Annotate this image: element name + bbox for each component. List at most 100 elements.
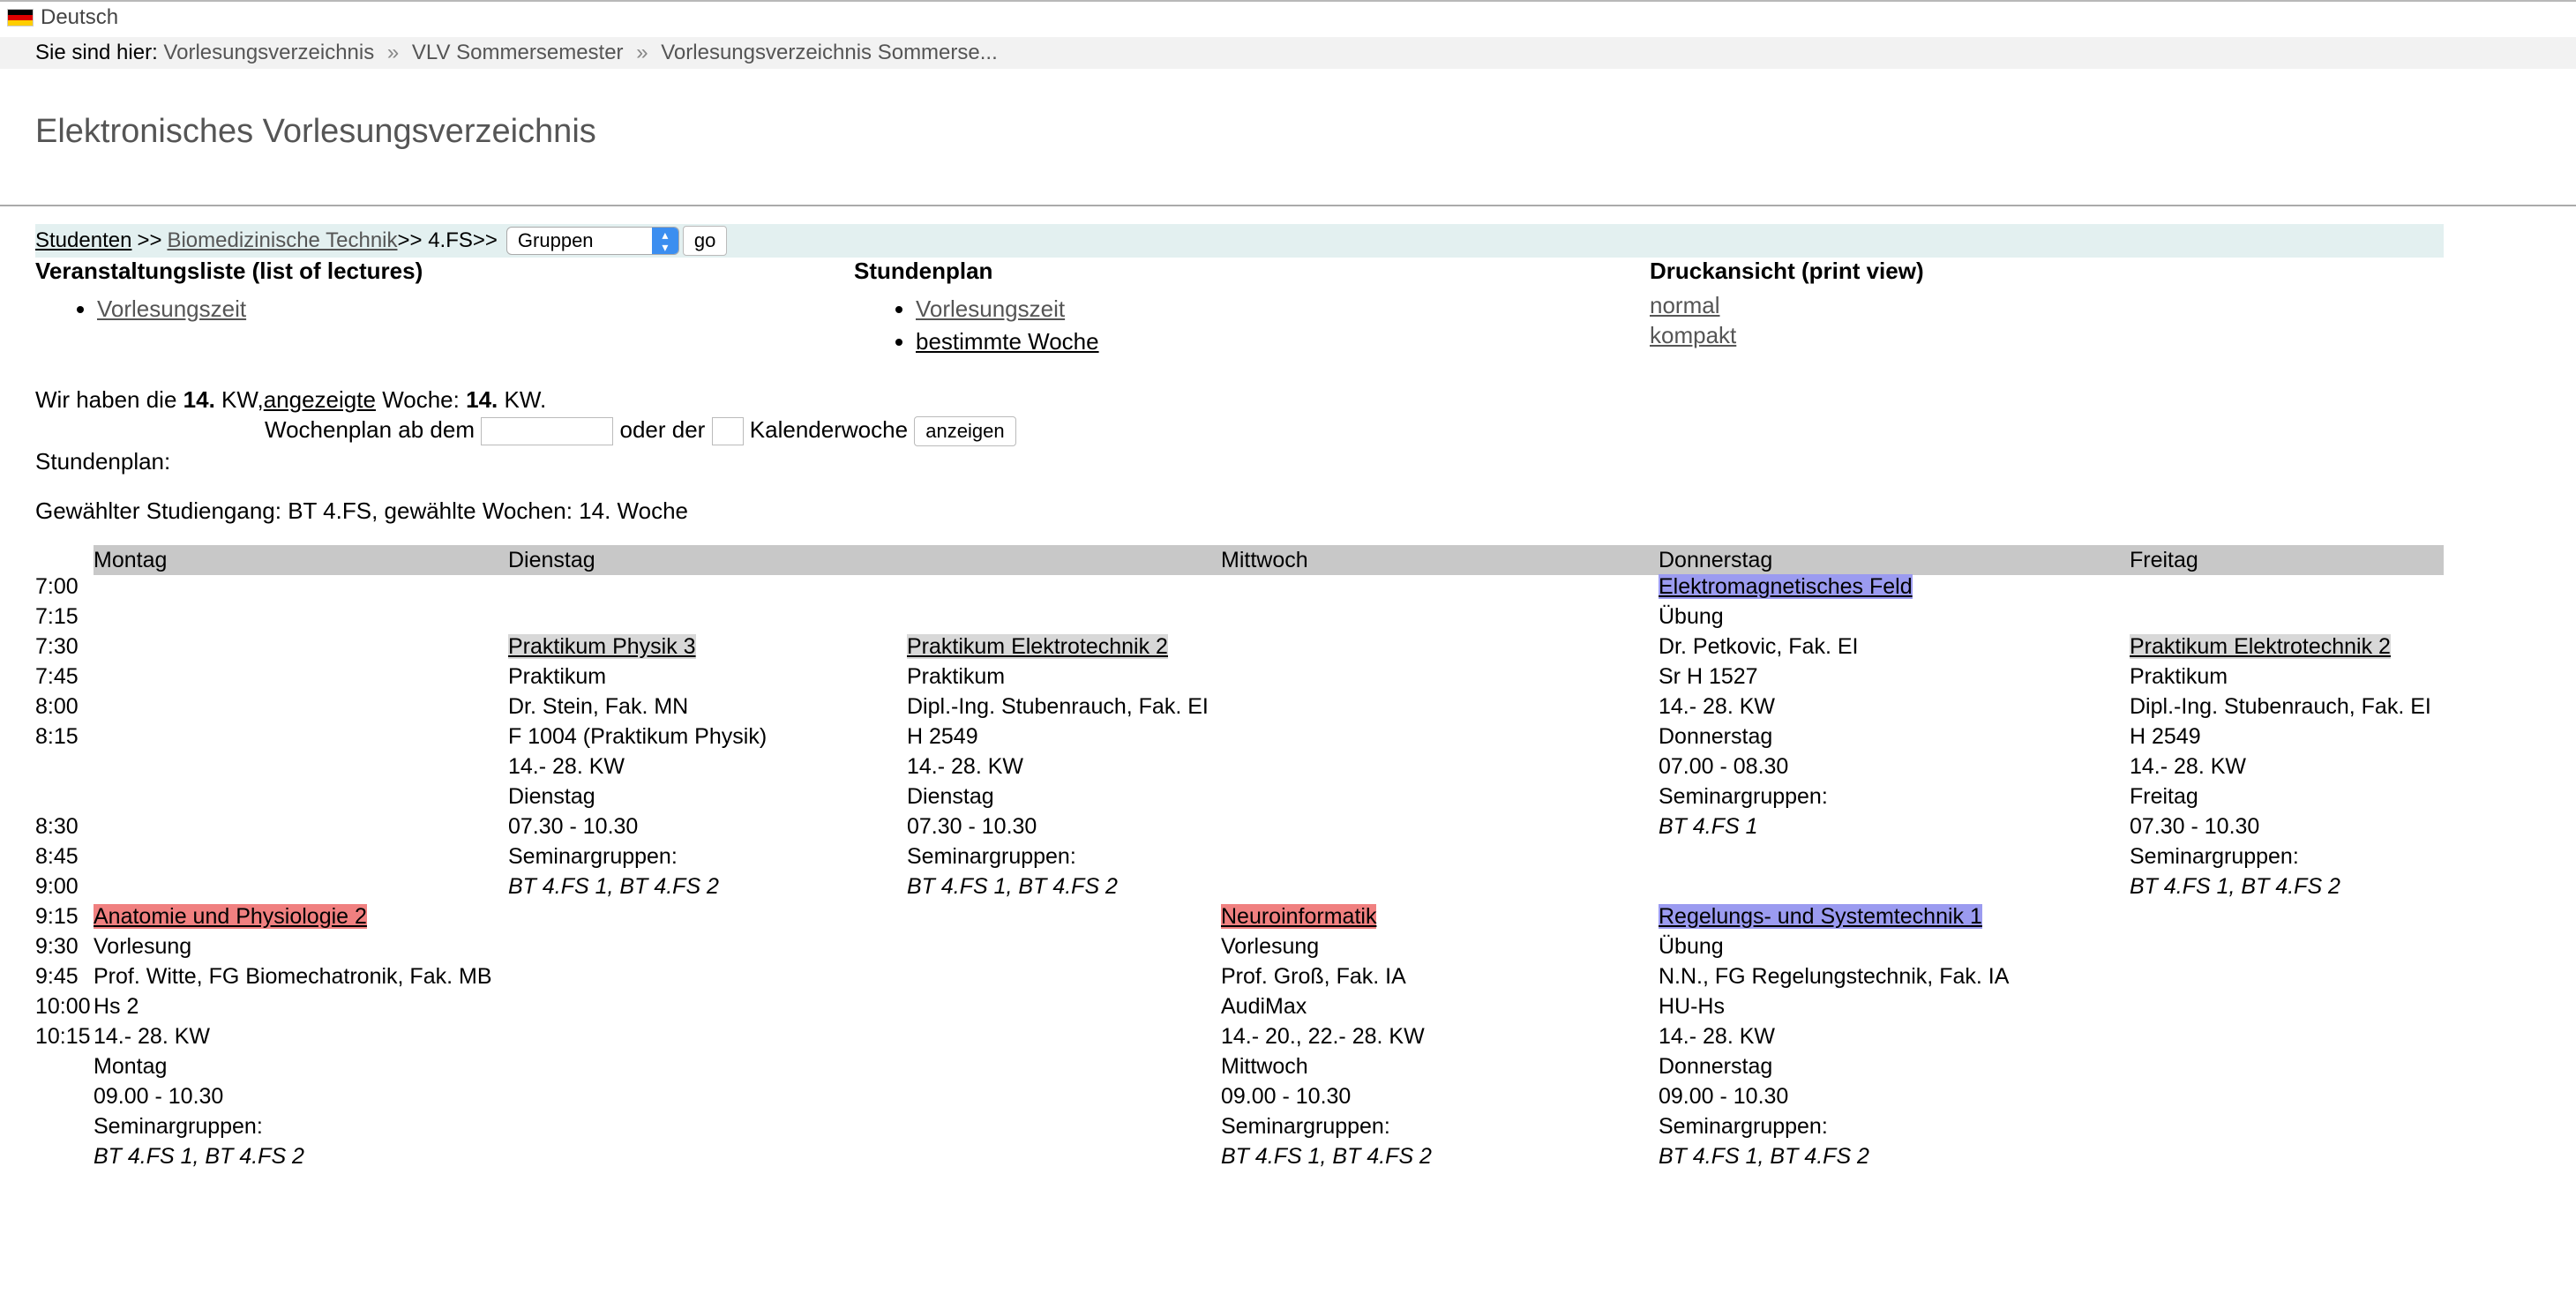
day-header-freitag: Freitag xyxy=(2130,548,2198,572)
angezeigte-link[interactable]: angezeigte xyxy=(264,386,376,413)
course-room: H 2549 xyxy=(907,724,978,749)
course-lecturer: N.N., FG Regelungstechnik, Fak. IA xyxy=(1659,964,2010,989)
course-room: Hs 2 xyxy=(94,994,139,1019)
top-border xyxy=(0,0,2576,2)
course-sem-label: Seminargruppen: xyxy=(1221,1114,1390,1139)
go-button[interactable]: go xyxy=(682,226,728,256)
course-groups: BT 4.FS 1 xyxy=(1659,814,1758,839)
day-header-row: Montag Dienstag Mittwoch Donnerstag Frei… xyxy=(94,545,2444,575)
course-block: Praktikum Elektrotechnik 2 Praktikum Dip… xyxy=(907,632,1209,901)
time-slot: 10:15 xyxy=(35,1024,91,1049)
selection-summary: Gewählter Studiengang: BT 4.FS, gewählte… xyxy=(35,497,688,524)
course-groups: BT 4.FS 1, BT 4.FS 2 xyxy=(508,874,719,899)
time-slot: 9:15 xyxy=(35,904,79,929)
day-header-montag: Montag xyxy=(94,548,168,572)
breadcrumb-prefix: Sie sind hier: xyxy=(35,41,158,64)
course-lecturer: Dr. Petkovic, Fak. EI xyxy=(1659,634,1859,659)
kw-input[interactable] xyxy=(711,417,744,446)
course-lecturer: Dipl.-Ing. Stubenrauch, Fak. EI xyxy=(2130,694,2431,719)
lectures-section: Veranstaltungsliste (list of lectures) V… xyxy=(35,258,423,328)
course-title-link[interactable]: Praktikum Elektrotechnik 2 xyxy=(907,634,1168,659)
language-label[interactable]: Deutsch xyxy=(41,5,118,30)
time-slot: 8:15 xyxy=(35,724,79,749)
lectures-heading: Veranstaltungsliste (list of lectures) xyxy=(35,258,423,284)
date-input[interactable] xyxy=(481,417,614,446)
course-type: Übung xyxy=(1659,604,1724,629)
course-day: Freitag xyxy=(2130,784,2198,809)
nav-separator: >> 4.FS>> xyxy=(397,228,498,252)
course-block: Anatomie und Physiologie 2 Vorlesung Pro… xyxy=(94,901,492,1171)
course-time: 07.00 - 08.30 xyxy=(1659,754,1789,779)
course-type: Vorlesung xyxy=(1221,934,1320,959)
time-slot: 7:30 xyxy=(35,634,79,659)
course-title-link[interactable]: Anatomie und Physiologie 2 xyxy=(94,904,367,929)
course-sem-label: Seminargruppen: xyxy=(94,1114,263,1139)
course-weeks: 14.- 20., 22.- 28. KW xyxy=(1221,1024,1425,1049)
header-divider xyxy=(0,205,2576,206)
course-link[interactable]: Biomedizinische Technik xyxy=(167,228,397,253)
page-title: Elektronisches Vorlesungsverzeichnis xyxy=(35,113,596,150)
timetable-vorlesungszeit-link[interactable]: Vorlesungszeit xyxy=(916,295,1065,322)
course-sem-label: Seminargruppen: xyxy=(907,844,1076,869)
breadcrumb-item[interactable]: Vorlesungsverzeichnis Sommerse... xyxy=(661,41,998,64)
breadcrumb-item[interactable]: VLV Sommersemester xyxy=(412,41,624,64)
time-column: 7:00 7:15 7:30 7:45 8:00 8:15 8:30 8:45 … xyxy=(35,572,91,1051)
day-header-mittwoch: Mittwoch xyxy=(1221,548,1308,572)
studenten-link[interactable]: Studenten xyxy=(35,228,131,253)
print-normal-link[interactable]: normal xyxy=(1650,290,1924,320)
print-section: Druckansicht (print view) normal kompakt xyxy=(1650,258,1924,350)
course-block: Praktikum Physik 3 Praktikum Dr. Stein, … xyxy=(508,632,767,901)
time-slot: 8:30 xyxy=(35,814,79,839)
timetable-week-link[interactable]: bestimmte Woche xyxy=(916,328,1099,355)
course-day: Mittwoch xyxy=(1221,1054,1308,1079)
current-kw: 14. xyxy=(183,386,215,413)
course-time: 09.00 - 10.30 xyxy=(1659,1084,1789,1109)
kalenderwoche-label: Kalenderwoche xyxy=(749,416,909,443)
course-groups: BT 4.FS 1, BT 4.FS 2 xyxy=(2130,874,2340,899)
course-sem-label: Seminargruppen: xyxy=(508,844,678,869)
nav-separator: >> xyxy=(137,228,162,252)
breadcrumb-item[interactable]: Vorlesungsverzeichnis xyxy=(163,41,374,64)
course-title-link[interactable]: Praktikum Elektrotechnik 2 xyxy=(2130,634,2391,659)
lectures-vorlesungszeit-link[interactable]: Vorlesungszeit xyxy=(97,295,246,322)
course-groups: BT 4.FS 1, BT 4.FS 2 xyxy=(907,874,1118,899)
course-title-link[interactable]: Neuroinformatik xyxy=(1221,904,1377,929)
time-slot: 9:00 xyxy=(35,874,79,899)
course-lecturer: Prof. Witte, FG Biomechatronik, Fak. MB xyxy=(94,964,492,989)
course-time: 09.00 - 10.30 xyxy=(94,1084,224,1109)
course-title-link[interactable]: Elektromagnetisches Feld xyxy=(1659,574,1913,599)
german-flag-icon xyxy=(7,9,34,26)
course-day: Montag xyxy=(94,1054,168,1079)
course-weeks: 14.- 28. KW xyxy=(94,1024,210,1049)
course-title-link[interactable]: Regelungs- und Systemtechnik 1 xyxy=(1659,904,1982,929)
course-lecturer: Prof. Groß, Fak. IA xyxy=(1221,964,1406,989)
print-compact-link[interactable]: kompakt xyxy=(1650,320,1924,350)
course-time: 07.30 - 10.30 xyxy=(508,814,639,839)
group-select[interactable]: Gruppen ▴ ▾ xyxy=(505,227,679,255)
anzeigen-button[interactable]: anzeigen xyxy=(914,416,1016,447)
breadcrumb-separator: » xyxy=(636,41,648,64)
course-day: Donnerstag xyxy=(1659,724,1773,749)
print-heading: Druckansicht (print view) xyxy=(1650,258,1924,284)
navigation-bar: Studenten >> Biomedizinische Technik >> … xyxy=(35,224,2444,258)
timetable-heading: Stundenplan xyxy=(854,258,993,284)
time-slot: 7:45 xyxy=(35,664,79,689)
breadcrumb: Sie sind hier: Vorlesungsverzeichnis » V… xyxy=(35,41,998,65)
select-arrows-icon: ▴ ▾ xyxy=(651,228,678,254)
timetable-section: Stundenplan Vorlesungszeit bestimmte Woc… xyxy=(854,258,1099,361)
course-day: Donnerstag xyxy=(1659,1054,1773,1079)
course-type: Praktikum xyxy=(508,664,607,689)
oder-label: oder der xyxy=(619,416,706,443)
stundenplan-label: Stundenplan: xyxy=(35,448,171,475)
week-form: Wochenplan ab dem oder der Kalenderwoche… xyxy=(265,416,1016,447)
course-title-link[interactable]: Praktikum Physik 3 xyxy=(508,634,696,659)
week-info-text: Wir haben die xyxy=(35,386,177,413)
course-type: Praktikum xyxy=(2130,664,2228,689)
course-block: Elektromagnetisches Feld Übung Dr. Petko… xyxy=(1659,572,1913,841)
course-day: Dienstag xyxy=(508,784,595,809)
course-time: 07.30 - 10.30 xyxy=(907,814,1037,839)
course-weeks: 14.- 28. KW xyxy=(1659,694,1775,719)
day-header-dienstag: Dienstag xyxy=(508,548,595,572)
language-switch[interactable]: Deutsch xyxy=(7,5,118,30)
course-sem-label: Seminargruppen: xyxy=(2130,844,2299,869)
